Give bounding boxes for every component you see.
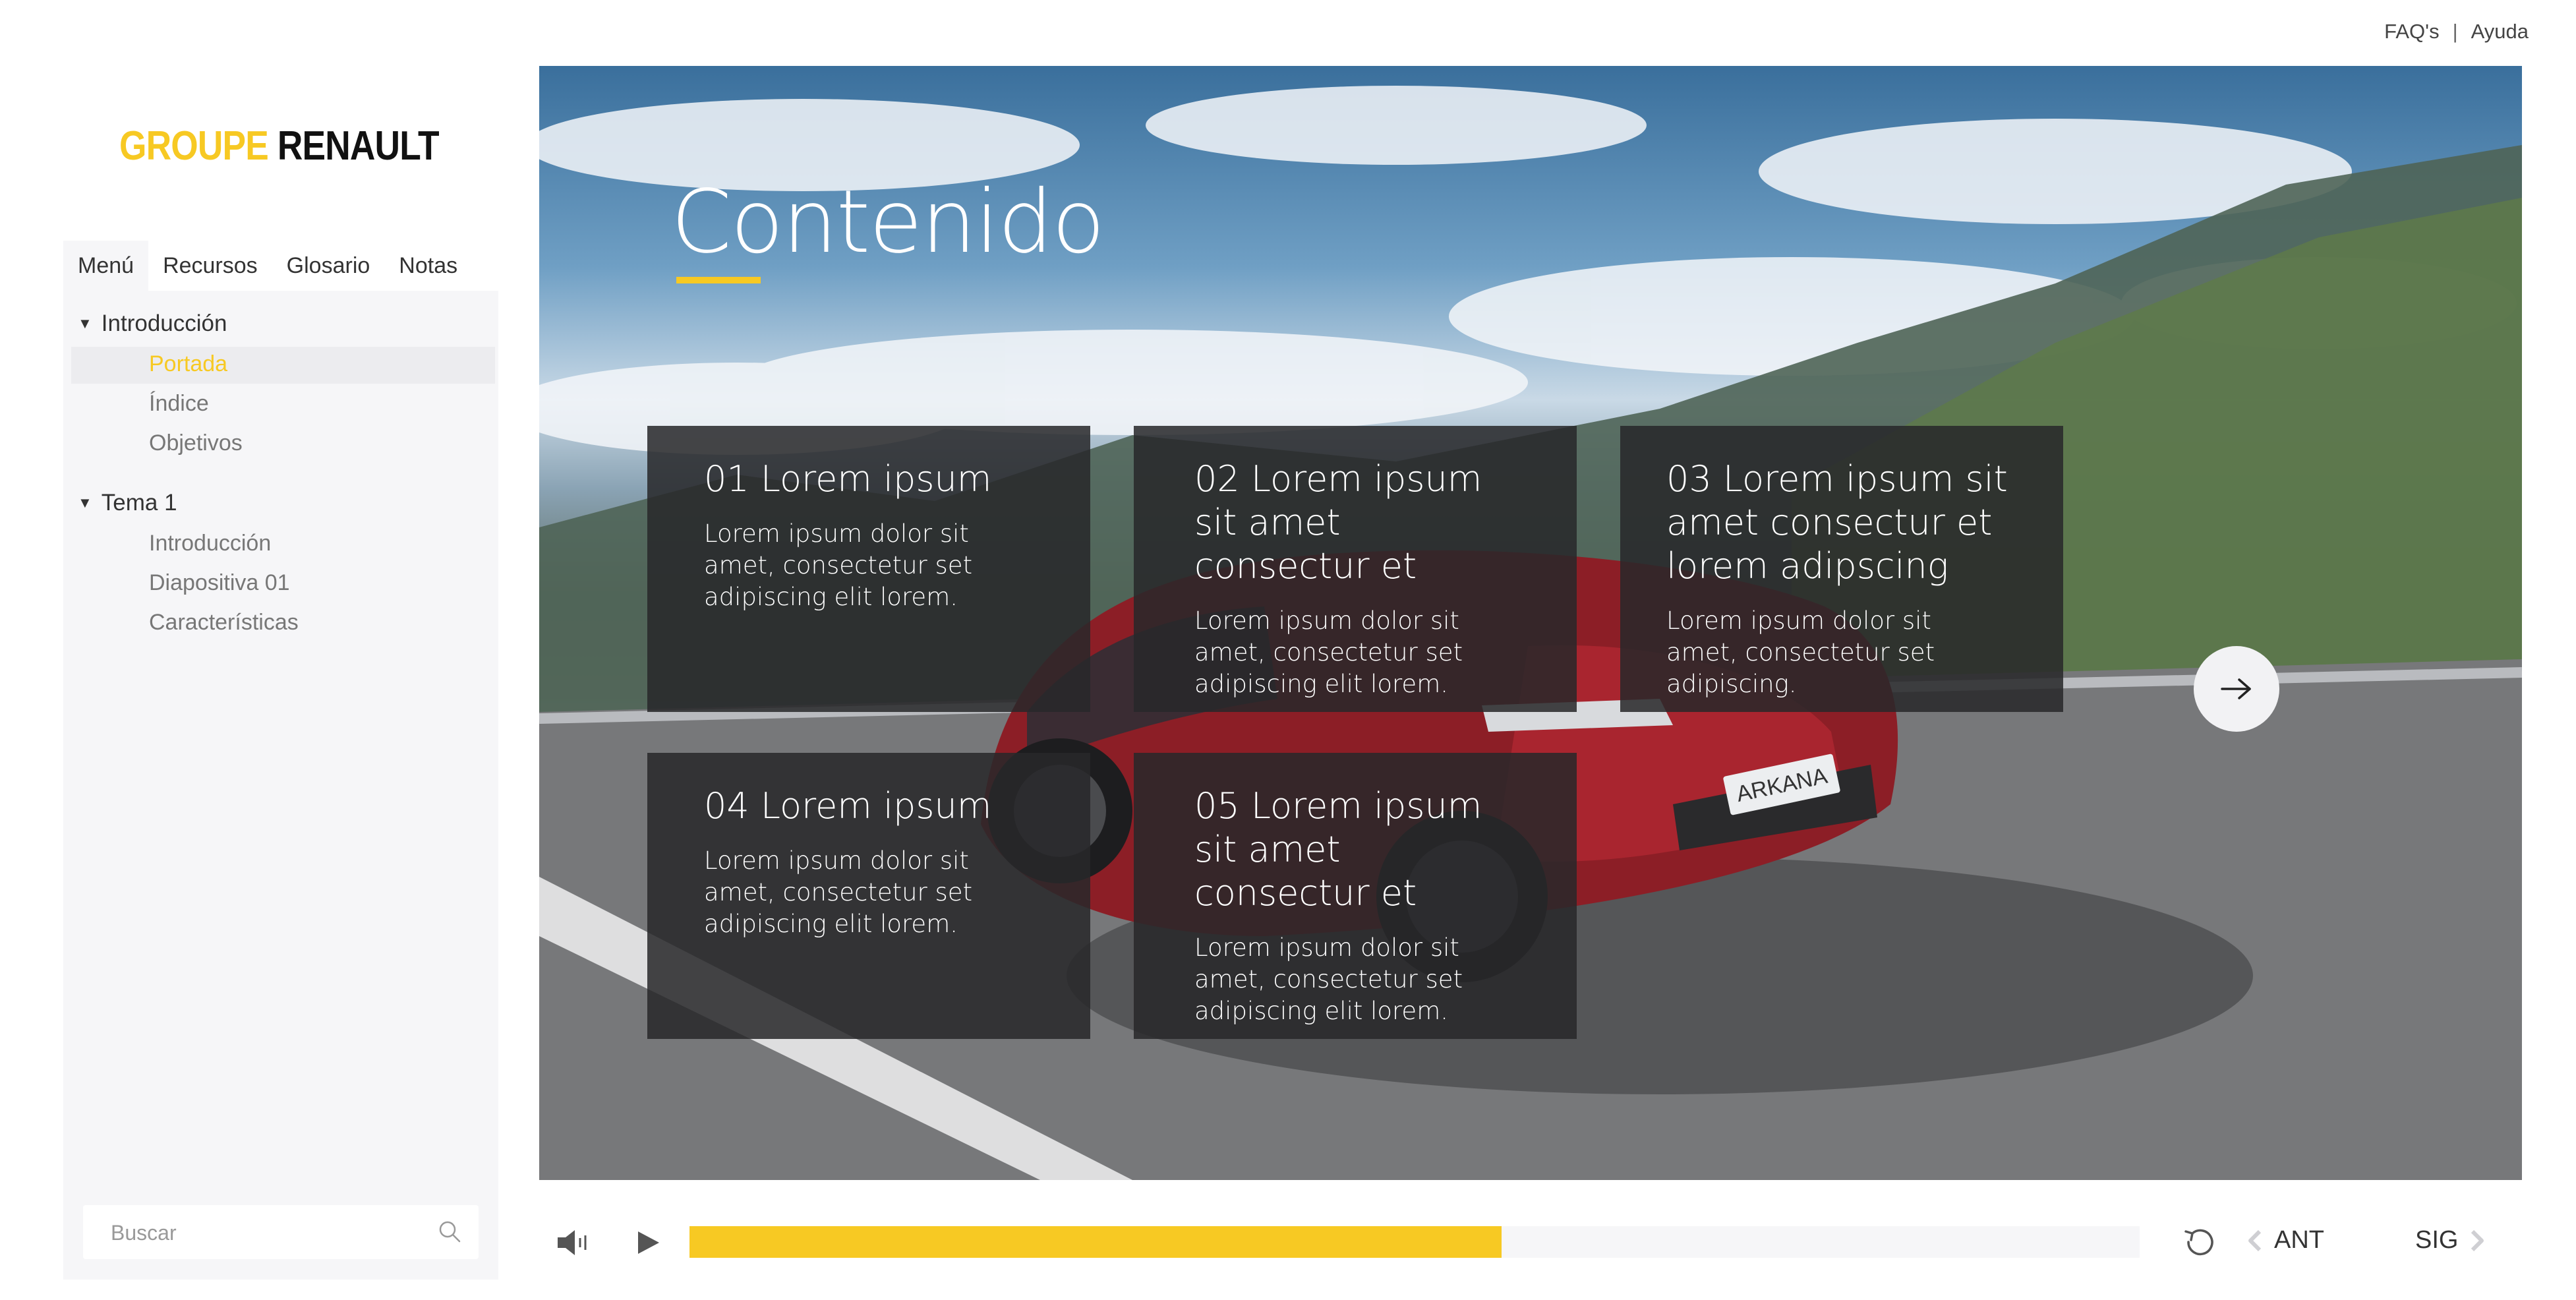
content-card-04[interactable]: 04 Lorem ipsum Lorem ipsum dolor sit ame… <box>647 753 1090 1039</box>
card-text: Lorem ipsum dolor sit amet, consectetur … <box>1194 933 1463 1025</box>
sidebar: GROUPE RENAULT Menú Recursos Glosario No… <box>63 66 498 1280</box>
logo-part-renault: RENAULT <box>277 123 440 169</box>
card-title: 02 Lorem ipsum sit amet consectur et <box>1194 458 1482 587</box>
prev-button[interactable]: ANT <box>2246 1226 2324 1255</box>
progress-fill <box>689 1226 1502 1258</box>
volume-icon[interactable] <box>552 1226 592 1259</box>
menu-item-diapositiva-01[interactable]: Diapositiva 01 <box>149 570 290 596</box>
menu-item-portada[interactable]: Portada <box>149 351 227 377</box>
card-text: Lorem ipsum dolor sit amet, consectetur … <box>704 846 973 938</box>
content-card-03[interactable]: 03 Lorem ipsum sit amet consectur et lor… <box>1620 426 2063 712</box>
menu-item-objetivos[interactable]: Objetivos <box>149 430 243 456</box>
title-underline <box>676 277 761 283</box>
card-text: Lorem ipsum dolor sit amet, consectetur … <box>704 519 973 611</box>
caret-down-icon: ▼ <box>78 494 92 511</box>
card-title: 01 Lorem ipsum <box>704 458 992 500</box>
progress-bar[interactable] <box>689 1226 2140 1258</box>
top-links-separator: | <box>2452 20 2458 43</box>
chevron-left-icon <box>2248 1229 2262 1251</box>
content-card-01[interactable]: 01 Lorem ipsum Lorem ipsum dolor sit ame… <box>647 426 1090 712</box>
hero-slide: ARKANA Contenido 01 Lorem ipsum Lorem ip… <box>539 66 2522 1180</box>
menu-group-introduccion[interactable]: ▼ Introducción <box>78 310 227 337</box>
faq-link[interactable]: FAQ's <box>2384 20 2439 44</box>
card-title: 05 Lorem ipsum sit amet consectur et <box>1194 785 1482 914</box>
menu-group-label: Introducción <box>101 310 227 336</box>
top-links: FAQ's | Ayuda <box>2384 20 2529 44</box>
arrow-right-icon <box>2221 678 2251 699</box>
search-input[interactable] <box>109 1205 415 1260</box>
card-text: Lorem ipsum dolor sit amet, consectetur … <box>1194 606 1463 698</box>
groupe-renault-logo: GROUPE RENAULT <box>119 123 440 169</box>
sidebar-tabs: Menú Recursos Glosario Notas <box>63 241 498 291</box>
card-title: 03 Lorem ipsum sit amet consectur et lor… <box>1666 458 2008 587</box>
reload-icon[interactable] <box>2181 1222 2220 1262</box>
menu-item-introduccion[interactable]: Introducción <box>149 531 271 556</box>
tab-notas[interactable]: Notas <box>384 241 472 291</box>
hero-title: Contenido <box>671 171 1105 273</box>
next-button[interactable]: SIG <box>2415 1226 2486 1255</box>
menu-item-indice[interactable]: Índice <box>149 391 209 417</box>
search-icon[interactable] <box>436 1218 463 1245</box>
chevron-right-icon <box>2471 1229 2484 1251</box>
logo-part-groupe: GROUPE <box>119 123 269 169</box>
tab-glosario[interactable]: Glosario <box>272 241 385 291</box>
search-box <box>83 1205 479 1260</box>
tab-recursos[interactable]: Recursos <box>148 241 272 291</box>
caret-down-icon: ▼ <box>78 315 92 332</box>
content-card-02[interactable]: 02 Lorem ipsum sit amet consectur et Lor… <box>1134 426 1577 712</box>
prev-label: ANT <box>2274 1226 2324 1254</box>
menu-item-caracteristicas[interactable]: Características <box>149 610 299 635</box>
card-title: 04 Lorem ipsum <box>704 785 992 827</box>
content-card-05[interactable]: 05 Lorem ipsum sit amet consectur et Lor… <box>1134 753 1577 1039</box>
menu-group-tema-1[interactable]: ▼ Tema 1 <box>78 490 177 516</box>
play-icon[interactable] <box>631 1226 664 1259</box>
menu-panel: ▼ Introducción Portada Índice Objetivos ▼… <box>63 291 498 1280</box>
next-cards-button[interactable] <box>2194 646 2279 732</box>
active-item-highlight <box>71 347 495 384</box>
help-link[interactable]: Ayuda <box>2471 20 2529 44</box>
next-label: SIG <box>2415 1226 2459 1254</box>
menu-group-label: Tema 1 <box>101 490 177 516</box>
player-bar: ANT SIG <box>539 1213 2522 1272</box>
card-text: Lorem ipsum dolor sit amet, consectetur … <box>1666 606 1935 698</box>
tab-menu[interactable]: Menú <box>63 241 149 291</box>
